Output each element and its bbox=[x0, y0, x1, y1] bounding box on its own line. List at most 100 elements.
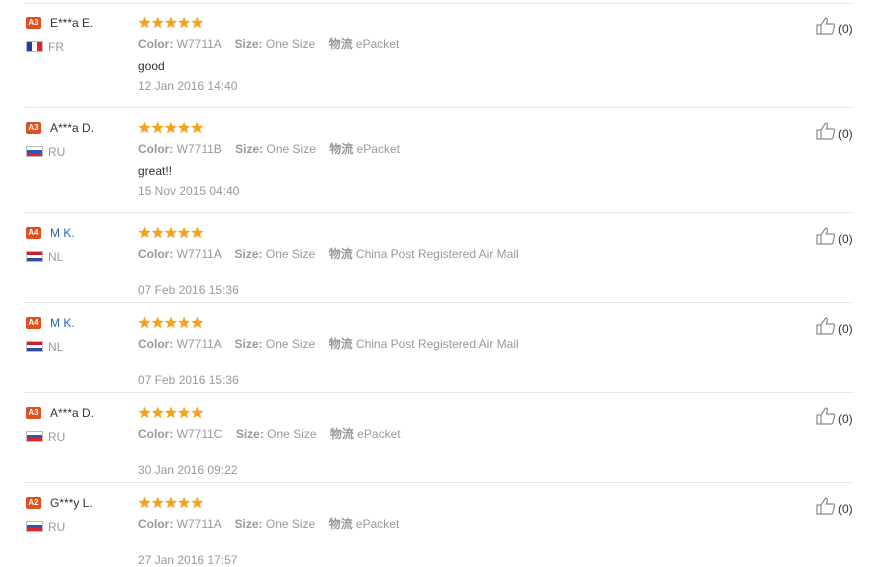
order-attributes: Color: W7711C Size: One Size 物流 ePacket bbox=[138, 427, 401, 441]
color-label: Color: bbox=[138, 517, 174, 531]
order-attributes: Color: W7711A Size: One Size 物流 China Po… bbox=[138, 247, 519, 261]
star-rating bbox=[138, 496, 206, 510]
star-icon bbox=[151, 226, 164, 239]
star-icon bbox=[177, 406, 191, 419]
shipping-label: 物流 bbox=[328, 337, 353, 351]
country-code: NL bbox=[48, 340, 64, 354]
color-value: W7711C bbox=[176, 427, 223, 441]
star-icon bbox=[138, 121, 151, 134]
shipping-label: 物流 bbox=[329, 427, 354, 441]
size-label: Size: bbox=[234, 247, 263, 261]
color-label: Color: bbox=[138, 247, 174, 261]
country-flag-icon bbox=[26, 251, 43, 262]
helpful-button[interactable]: (0) bbox=[816, 497, 853, 520]
size-value: One Size bbox=[266, 142, 316, 156]
review-date: 27 Jan 2016 17:57 bbox=[138, 553, 238, 567]
star-rating bbox=[138, 121, 206, 135]
star-rating bbox=[138, 226, 206, 240]
size-label: Size: bbox=[234, 337, 263, 351]
buyer-level-badge: A3 bbox=[26, 122, 41, 134]
color-label: Color: bbox=[138, 337, 174, 351]
shipping-label: 物流 bbox=[329, 142, 354, 156]
star-icon bbox=[164, 316, 178, 329]
buyer-name[interactable]: G***y L. bbox=[50, 496, 93, 510]
star-icon bbox=[164, 406, 178, 419]
star-icon bbox=[138, 496, 151, 509]
shipping-value: ePacket bbox=[357, 427, 401, 441]
size-label: Size: bbox=[235, 142, 264, 156]
buyer-level-badge: A4 bbox=[26, 227, 41, 239]
size-value: One Size bbox=[265, 517, 316, 531]
divider bbox=[24, 107, 854, 108]
shipping-label: 物流 bbox=[328, 517, 353, 531]
star-icon bbox=[151, 406, 164, 419]
thumbs-up-icon bbox=[816, 407, 836, 430]
country-code: NL bbox=[48, 250, 64, 264]
color-value: W7711A bbox=[176, 37, 222, 51]
order-attributes: Color: W7711A Size: One Size 物流 ePacket bbox=[138, 37, 399, 51]
color-value: W7711A bbox=[176, 247, 222, 261]
star-icon bbox=[177, 316, 191, 329]
size-label: Size: bbox=[234, 37, 263, 51]
helpful-count: (0) bbox=[838, 126, 853, 141]
divider bbox=[24, 392, 854, 393]
helpful-button[interactable]: (0) bbox=[816, 227, 853, 250]
color-label: Color: bbox=[138, 427, 174, 441]
divider bbox=[24, 3, 854, 4]
order-attributes: Color: W7711A Size: One Size 物流 ePacket bbox=[138, 517, 399, 531]
buyer-name[interactable]: M K. bbox=[50, 316, 75, 330]
helpful-button[interactable]: (0) bbox=[816, 407, 853, 430]
divider bbox=[24, 302, 854, 303]
star-icon bbox=[164, 16, 178, 29]
star-icon bbox=[138, 316, 151, 329]
review-date: 15 Nov 2015 04:40 bbox=[138, 184, 240, 198]
shipping-value: ePacket bbox=[355, 37, 400, 51]
thumbs-up-icon bbox=[816, 122, 836, 145]
star-icon bbox=[151, 316, 164, 329]
feedback-list: A3 E***a E. FR Color: W7711A Size: One Size… bbox=[0, 0, 869, 567]
star-icon bbox=[177, 496, 191, 509]
helpful-button[interactable]: (0) bbox=[816, 122, 853, 145]
shipping-value: ePacket bbox=[356, 142, 400, 156]
helpful-count: (0) bbox=[838, 321, 853, 336]
buyer-name[interactable]: E***a E. bbox=[50, 16, 93, 30]
country-code: RU bbox=[48, 520, 66, 534]
thumbs-up-icon bbox=[816, 317, 836, 340]
star-icon bbox=[138, 226, 151, 239]
review-date: 07 Feb 2016 15:36 bbox=[138, 373, 239, 387]
size-value: One Size bbox=[265, 37, 316, 51]
buyer-name[interactable]: A***a D. bbox=[50, 406, 94, 420]
divider bbox=[24, 212, 854, 213]
country-flag-icon bbox=[26, 521, 43, 532]
buyer-name[interactable]: A***a D. bbox=[50, 121, 94, 135]
country-flag-icon bbox=[26, 41, 43, 52]
color-value: W7711B bbox=[176, 142, 222, 156]
order-attributes: Color: W7711A Size: One Size 物流 China Po… bbox=[138, 337, 519, 351]
helpful-button[interactable]: (0) bbox=[816, 17, 853, 40]
review-date: 07 Feb 2016 15:36 bbox=[138, 283, 239, 297]
size-value: One Size bbox=[267, 427, 317, 441]
buyer-name[interactable]: M K. bbox=[50, 226, 75, 240]
country-code: RU bbox=[48, 430, 66, 444]
review-date: 30 Jan 2016 09:22 bbox=[138, 463, 238, 477]
shipping-value: ePacket bbox=[355, 517, 400, 531]
helpful-count: (0) bbox=[838, 231, 853, 246]
star-rating bbox=[138, 316, 206, 330]
country-flag-icon bbox=[26, 146, 43, 157]
country-flag-icon bbox=[26, 431, 43, 442]
color-label: Color: bbox=[138, 142, 174, 156]
size-value: One Size bbox=[265, 247, 316, 261]
star-icon bbox=[191, 121, 204, 134]
helpful-button[interactable]: (0) bbox=[816, 317, 853, 340]
star-icon bbox=[164, 226, 178, 239]
star-icon bbox=[191, 496, 204, 509]
order-attributes: Color: W7711B Size: One Size 物流 ePacket bbox=[138, 142, 400, 156]
star-icon bbox=[164, 121, 178, 134]
star-icon bbox=[138, 16, 151, 29]
country-code: FR bbox=[48, 40, 64, 54]
review-text: great!! bbox=[138, 164, 173, 178]
shipping-label: 物流 bbox=[328, 37, 353, 51]
shipping-value: China Post Registered Air Mail bbox=[355, 337, 519, 351]
star-icon bbox=[191, 226, 204, 239]
divider bbox=[24, 482, 854, 483]
